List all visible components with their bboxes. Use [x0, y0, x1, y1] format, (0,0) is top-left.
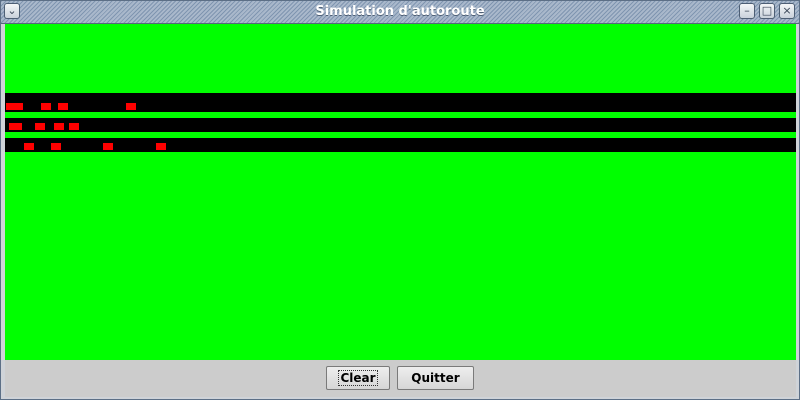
highway-lane-2	[5, 118, 796, 132]
clear-button-label: Clear	[338, 370, 378, 386]
close-button[interactable]: ×	[779, 3, 795, 19]
car	[24, 143, 34, 150]
app-window: ⌄ Simulation d'autoroute – □ × Clear Qui…	[0, 0, 800, 400]
highway-lane-1	[5, 93, 796, 112]
maximize-icon: □	[761, 4, 773, 17]
car	[6, 103, 23, 110]
simulation-canvas[interactable]	[5, 24, 796, 360]
clear-button[interactable]: Clear	[326, 366, 390, 390]
quit-button[interactable]: Quitter	[397, 366, 474, 390]
car	[9, 123, 22, 130]
minimize-icon: –	[744, 4, 750, 17]
car	[35, 123, 45, 130]
button-bar: Clear Quitter	[5, 360, 796, 397]
car	[58, 103, 68, 110]
car	[54, 123, 64, 130]
car	[69, 123, 79, 130]
car	[103, 143, 113, 150]
window-title: Simulation d'autoroute	[315, 4, 485, 19]
car	[126, 103, 136, 110]
highway-lane-3	[5, 138, 796, 152]
car	[156, 143, 166, 150]
quit-button-label: Quitter	[411, 371, 460, 385]
title-bar[interactable]: ⌄ Simulation d'autoroute – □ ×	[1, 1, 799, 24]
minimize-button[interactable]: –	[739, 3, 755, 19]
maximize-button[interactable]: □	[759, 3, 775, 19]
car	[41, 103, 51, 110]
close-icon: ×	[782, 4, 792, 17]
car	[51, 143, 61, 150]
